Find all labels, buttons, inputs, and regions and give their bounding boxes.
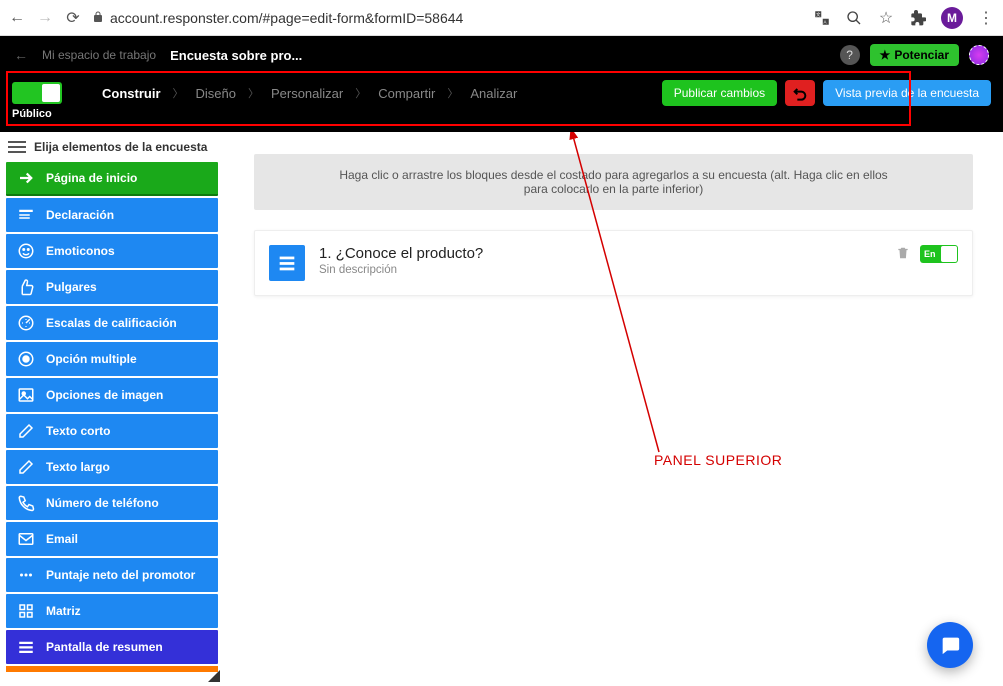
question-title: 1. ¿Conoce el producto? <box>319 245 882 262</box>
elements-sidebar: Elija elementos de la encuesta Página de… <box>0 132 224 678</box>
list-icon <box>16 637 36 657</box>
back-icon[interactable]: ← <box>8 9 26 27</box>
star-icon[interactable]: ☆ <box>877 9 895 27</box>
element-email[interactable]: Email <box>6 522 218 556</box>
chevron-right-icon: 〉 <box>173 85 184 101</box>
zoom-icon[interactable] <box>845 9 863 27</box>
annotation-label: PANEL SUPERIOR <box>654 452 782 468</box>
element-divider <box>6 666 218 672</box>
scale-icon <box>16 313 36 333</box>
workspace-link[interactable]: Mi espacio de trabajo <box>42 48 156 62</box>
dots-icon <box>16 565 36 585</box>
question-type-icon <box>269 245 305 281</box>
tab-personalizar[interactable]: Personalizar <box>271 86 343 101</box>
user-avatar[interactable] <box>969 45 989 65</box>
svg-text:A: A <box>824 19 827 24</box>
chevron-right-icon: 〉 <box>447 85 458 101</box>
lock-icon <box>92 10 104 26</box>
smile-icon <box>16 241 36 261</box>
profile-avatar[interactable]: M <box>941 7 963 29</box>
element-multiple-choice[interactable]: Opción multiple <box>6 342 218 376</box>
element-nps[interactable]: Puntaje neto del promotor <box>6 558 218 592</box>
translate-icon[interactable]: 文A <box>813 9 831 27</box>
element-phone[interactable]: Número de teléfono <box>6 486 218 520</box>
image-icon <box>16 385 36 405</box>
phone-icon <box>16 493 36 513</box>
reload-icon[interactable]: ⟳ <box>64 9 82 27</box>
edit-icon <box>16 421 36 441</box>
tab-compartir[interactable]: Compartir <box>378 86 435 101</box>
tab-construir[interactable]: Construir <box>102 86 161 101</box>
extensions-icon[interactable] <box>909 9 927 27</box>
more-icon[interactable]: ⋮ <box>977 9 995 27</box>
resize-handle-icon[interactable] <box>208 670 220 682</box>
forward-icon[interactable]: → <box>36 9 54 27</box>
public-toggle[interactable] <box>12 82 62 104</box>
svg-text:文: 文 <box>816 10 821 17</box>
question-card[interactable]: 1. ¿Conoce el producto? Sin descripción … <box>254 230 973 296</box>
question-description: Sin descripción <box>319 264 882 276</box>
chat-icon <box>939 634 961 656</box>
sidebar-title: Elija elementos de la encuesta <box>34 140 207 154</box>
grid-icon <box>16 601 36 621</box>
element-declaration[interactable]: Declaración <box>6 198 218 232</box>
element-thumbs[interactable]: Pulgares <box>6 270 218 304</box>
chevron-right-icon: 〉 <box>248 85 259 101</box>
drop-hint: Haga clic o arrastre los bloques desde e… <box>254 154 973 210</box>
builder-canvas: Haga clic o arrastre los bloques desde e… <box>224 132 1003 686</box>
undo-button[interactable] <box>785 80 815 106</box>
url-text: account.responster.com/#page=edit-form&f… <box>110 10 463 26</box>
edit-icon <box>16 457 36 477</box>
breadcrumb: Construir 〉 Diseño 〉 Personalizar 〉 Comp… <box>102 85 517 101</box>
element-rating-scales[interactable]: Escalas de calificación <box>6 306 218 340</box>
tab-diseno[interactable]: Diseño <box>196 86 236 101</box>
back-arrow-icon[interactable]: ← <box>14 47 28 63</box>
question-enabled-toggle[interactable]: En <box>920 245 958 263</box>
element-homepage[interactable]: Página de inicio <box>6 162 218 196</box>
tab-analizar[interactable]: Analizar <box>470 86 517 101</box>
element-matrix[interactable]: Matriz <box>6 594 218 628</box>
menu-icon[interactable] <box>8 141 26 153</box>
element-image-options[interactable]: Opciones de imagen <box>6 378 218 412</box>
arrow-right-icon <box>16 168 36 188</box>
star-filled-icon: ★ <box>880 48 891 62</box>
builder-nav: Construir 〉 Diseño 〉 Personalizar 〉 Comp… <box>0 74 1003 132</box>
element-emoticons[interactable]: Emoticonos <box>6 234 218 268</box>
public-label: Público <box>0 106 1003 126</box>
boost-button[interactable]: ★ Potenciar <box>870 44 959 66</box>
app-header: ← Mi espacio de trabajo Encuesta sobre p… <box>0 36 1003 74</box>
help-icon[interactable]: ? <box>840 45 860 65</box>
element-short-text[interactable]: Texto corto <box>6 414 218 448</box>
radio-icon <box>16 349 36 369</box>
browser-toolbar: ← → ⟳ account.responster.com/#page=edit-… <box>0 0 1003 36</box>
address-bar[interactable]: account.responster.com/#page=edit-form&f… <box>92 10 463 26</box>
preview-button[interactable]: Vista previa de la encuesta <box>823 80 991 106</box>
element-long-text[interactable]: Texto largo <box>6 450 218 484</box>
trash-icon[interactable] <box>896 246 910 263</box>
publish-button[interactable]: Publicar cambios <box>662 80 777 106</box>
thumb-icon <box>16 277 36 297</box>
survey-title: Encuesta sobre pro... <box>170 48 302 63</box>
chevron-right-icon: 〉 <box>355 85 366 101</box>
element-summary[interactable]: Pantalla de resumen <box>6 630 218 664</box>
declaration-icon <box>16 205 36 225</box>
chat-fab[interactable] <box>927 622 973 668</box>
mail-icon <box>16 529 36 549</box>
